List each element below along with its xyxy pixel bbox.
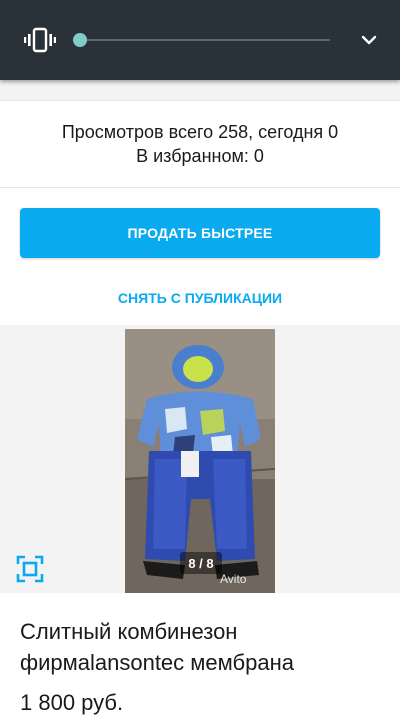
volume-slider-thumb[interactable] (73, 33, 87, 47)
fullscreen-icon[interactable] (16, 555, 44, 583)
photo-counter: 8 / 8 (180, 552, 222, 574)
favorites-count: В избранном: 0 (136, 146, 264, 166)
volume-slider[interactable] (73, 33, 330, 47)
unpublish-button[interactable]: СНЯТЬ С ПУБЛИКАЦИИ (0, 290, 400, 306)
volume-panel (0, 0, 400, 80)
vibrate-icon[interactable] (24, 27, 56, 53)
listing-stats: Просмотров всего 258, сегодня 0 В избран… (0, 100, 400, 188)
listing-price: 1 800 руб. (20, 690, 124, 715)
chevron-down-icon[interactable] (360, 31, 378, 49)
photo-gallery[interactable]: 8 / 8 Avito (0, 325, 400, 593)
sell-faster-button[interactable]: ПРОДАТЬ БЫСТРЕЕ (20, 208, 380, 258)
views-count: Просмотров всего 258, сегодня 0 (61, 122, 339, 142)
top-spacer (0, 80, 400, 100)
watermark: Avito (220, 572, 247, 586)
listing-title: Слитный комбинезон фирмаlansontec мембра… (20, 619, 294, 675)
